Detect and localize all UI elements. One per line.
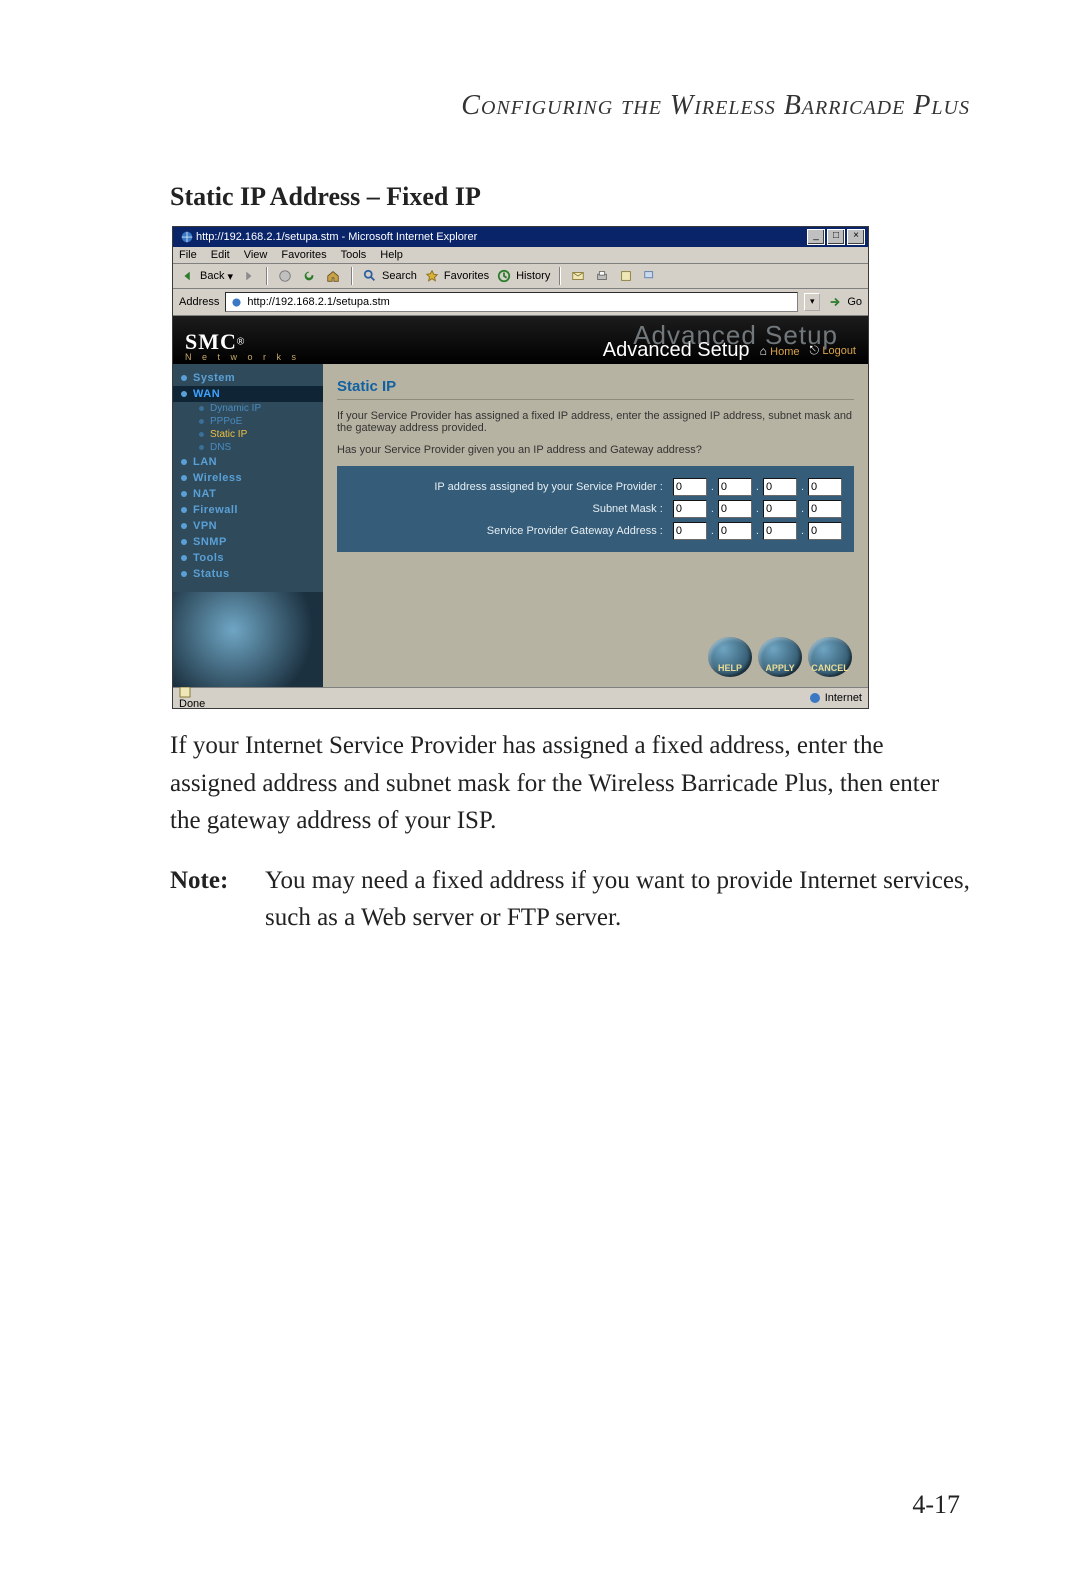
mask-octet-2[interactable] <box>718 500 752 518</box>
address-dropdown[interactable]: ▾ <box>804 293 820 311</box>
content-para-2: Has your Service Provider given you an I… <box>337 444 854 456</box>
body-paragraph: If your Internet Service Provider has as… <box>170 727 970 840</box>
row-gateway: Service Provider Gateway Address : . . . <box>349 522 842 540</box>
gw-octet-3[interactable] <box>763 522 797 540</box>
back-button[interactable]: Back ▾ <box>179 268 233 284</box>
apply-button[interactable]: APPLY <box>758 637 802 677</box>
content-para-1: If your Service Provider has assigned a … <box>337 410 854 434</box>
ip-octet-3[interactable] <box>763 478 797 496</box>
sidebar-item-snmp[interactable]: SNMP <box>173 534 323 550</box>
sidebar-item-system[interactable]: System <box>173 370 323 386</box>
status-bar: Done Internet <box>173 687 868 708</box>
smc-logo: SMC <box>185 329 237 354</box>
search-button[interactable]: Search <box>361 268 417 284</box>
page-number: 4-17 <box>912 1490 960 1520</box>
status-zone: Internet <box>825 692 862 704</box>
menu-tools[interactable]: Tools <box>341 249 367 261</box>
menu-view[interactable]: View <box>244 249 268 261</box>
menu-favorites[interactable]: Favorites <box>281 249 326 261</box>
content-pane: Static IP If your Service Provider has a… <box>323 364 868 687</box>
forward-icon[interactable] <box>239 268 257 284</box>
back-icon <box>179 268 197 284</box>
discuss-icon[interactable] <box>641 268 659 284</box>
go-icon <box>826 294 844 310</box>
note-body: You may need a fixed address if you want… <box>265 862 970 937</box>
sidebar-art <box>173 592 323 687</box>
router-banner: SMC® N e t w o r k s Advanced Setup Adva… <box>173 316 868 364</box>
favorites-icon <box>423 268 441 284</box>
internet-zone-icon <box>809 692 821 704</box>
ie-icon <box>178 229 196 245</box>
ip-octet-1[interactable] <box>673 478 707 496</box>
sidebar-item-vpn[interactable]: VPN <box>173 518 323 534</box>
sidebar-item-dynamic[interactable]: Dynamic IP <box>173 402 323 415</box>
done-icon <box>179 686 205 698</box>
mask-octet-1[interactable] <box>673 500 707 518</box>
address-label: Address <box>179 296 219 308</box>
section-title: Static IP Address – Fixed IP <box>170 182 970 212</box>
window-title: http://192.168.2.1/setupa.stm - Microsof… <box>196 231 807 243</box>
sidebar-item-wireless[interactable]: Wireless <box>173 470 323 486</box>
address-bar: Address http://192.168.2.1/setupa.stm ▾ … <box>173 289 868 316</box>
stop-icon[interactable] <box>276 268 294 284</box>
note-label: Note: <box>170 862 265 937</box>
maximize-button[interactable]: □ <box>827 229 845 245</box>
sidebar-item-wan[interactable]: WAN <box>173 386 323 402</box>
gw-octet-2[interactable] <box>718 522 752 540</box>
smc-networks: N e t w o r k s <box>185 352 300 362</box>
chevron-down-icon: ▾ <box>227 270 233 283</box>
content-heading: Static IP <box>337 378 854 400</box>
menu-help[interactable]: Help <box>380 249 403 261</box>
history-button[interactable]: History <box>495 268 550 284</box>
sidebar-item-staticip[interactable]: Static IP <box>173 428 323 441</box>
menu-bar: File Edit View Favorites Tools Help <box>173 247 868 264</box>
address-field[interactable]: http://192.168.2.1/setupa.stm <box>225 292 798 312</box>
mail-icon[interactable] <box>569 268 587 284</box>
sidebar: System WAN Dynamic IP PPPoE Static IP DN… <box>173 364 323 687</box>
toolbar: Back ▾ <box>173 264 868 289</box>
sidebar-item-nat[interactable]: NAT <box>173 486 323 502</box>
minimize-button[interactable]: _ <box>807 229 825 245</box>
close-button[interactable]: × <box>847 229 865 245</box>
sidebar-item-tools[interactable]: Tools <box>173 550 323 566</box>
sidebar-item-firewall[interactable]: Firewall <box>173 502 323 518</box>
running-head: Configuring the Wireless Barricade Plus <box>170 90 970 122</box>
mask-octet-4[interactable] <box>808 500 842 518</box>
static-ip-form: IP address assigned by your Service Prov… <box>337 466 854 552</box>
address-value: http://192.168.2.1/setupa.stm <box>247 296 389 308</box>
edit-icon[interactable] <box>617 268 635 284</box>
router-page: SMC® N e t w o r k s Advanced Setup Adva… <box>173 316 868 687</box>
home-icon[interactable] <box>324 268 342 284</box>
history-icon <box>495 268 513 284</box>
sidebar-item-dns[interactable]: DNS <box>173 441 323 454</box>
sidebar-item-status[interactable]: Status <box>173 566 323 582</box>
cancel-button[interactable]: CANCEL <box>808 637 852 677</box>
sidebar-item-pppoe[interactable]: PPPoE <box>173 415 323 428</box>
print-icon[interactable] <box>593 268 611 284</box>
label-ip: IP address assigned by your Service Prov… <box>349 481 673 493</box>
row-mask: Subnet Mask : . . . <box>349 500 842 518</box>
menu-edit[interactable]: Edit <box>211 249 230 261</box>
search-icon <box>361 268 379 284</box>
screenshot: http://192.168.2.1/setupa.stm - Microsof… <box>172 226 869 709</box>
sidebar-item-lan[interactable]: LAN <box>173 454 323 470</box>
refresh-icon[interactable] <box>300 268 318 284</box>
mask-octet-3[interactable] <box>763 500 797 518</box>
status-left: Done <box>179 698 205 710</box>
ip-octet-4[interactable] <box>808 478 842 496</box>
go-button[interactable]: Go <box>826 294 862 310</box>
label-gateway: Service Provider Gateway Address : <box>349 525 673 537</box>
ie-page-icon <box>230 296 243 309</box>
help-button[interactable]: HELP <box>708 637 752 677</box>
ip-octet-2[interactable] <box>718 478 752 496</box>
menu-file[interactable]: File <box>179 249 197 261</box>
row-ip: IP address assigned by your Service Prov… <box>349 478 842 496</box>
gw-octet-4[interactable] <box>808 522 842 540</box>
gw-octet-1[interactable] <box>673 522 707 540</box>
favorites-button[interactable]: Favorites <box>423 268 489 284</box>
window-titlebar: http://192.168.2.1/setupa.stm - Microsof… <box>173 227 868 247</box>
label-mask: Subnet Mask : <box>349 503 673 515</box>
banner-ghost-title: Advanced Setup <box>633 320 838 351</box>
